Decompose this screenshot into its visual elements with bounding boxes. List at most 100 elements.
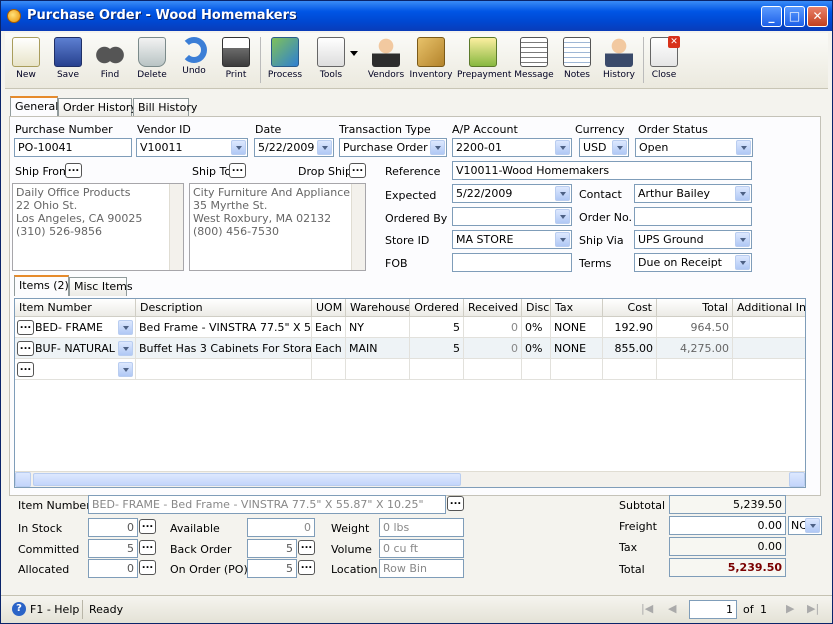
on-order-lookup-button[interactable]: ...	[298, 560, 315, 575]
in-stock-lookup-button[interactable]: ...	[139, 519, 156, 534]
new-row-cell[interactable]	[136, 359, 312, 380]
scroll-left-button[interactable]	[15, 472, 31, 487]
undo-button[interactable]: Undo	[175, 35, 213, 87]
table-row[interactable]: ... BED- FRAME	[15, 317, 136, 338]
expected-date-picker[interactable]: 5/22/2009	[452, 184, 572, 203]
column-header-received[interactable]: Received	[464, 299, 522, 317]
item-lookup-button[interactable]: ...	[17, 362, 34, 377]
column-header-description[interactable]: Description	[136, 299, 312, 317]
tab-bill-history[interactable]: Bill History	[133, 98, 197, 117]
print-button[interactable]: Print	[217, 35, 255, 87]
cell-disc[interactable]: 0%	[522, 317, 551, 338]
column-header-ordered[interactable]: Ordered	[410, 299, 464, 317]
cell-cost[interactable]: 855.00	[603, 338, 657, 359]
cell-ordered[interactable]: 5	[410, 338, 464, 359]
next-page-button[interactable]: ▶	[786, 602, 794, 615]
table-row[interactable]: ... BUF- NATURAL	[15, 338, 136, 359]
currency-dropdown[interactable]: USD	[579, 138, 629, 157]
committed-lookup-button[interactable]: ...	[139, 540, 156, 555]
item-dropdown[interactable]	[117, 319, 134, 337]
cell-warehouse[interactable]: NY	[346, 317, 410, 338]
new-row-cell[interactable]	[733, 359, 805, 380]
new-row-cell[interactable]	[603, 359, 657, 380]
freight-code-dropdown[interactable]: NC	[788, 516, 822, 535]
tools-button[interactable]: Tools	[309, 35, 353, 87]
order-no-field[interactable]	[634, 207, 752, 226]
tab-misc-items[interactable]: Misc Items	[69, 277, 133, 296]
ap-account-dropdown[interactable]: 2200-01	[452, 138, 572, 157]
column-header-item-number[interactable]: Item Number	[15, 299, 136, 317]
scroll-thumb[interactable]	[33, 473, 461, 486]
date-picker[interactable]: 5/22/2009	[254, 138, 334, 157]
cell-warehouse[interactable]: MAIN	[346, 338, 410, 359]
column-header-total[interactable]: Total	[657, 299, 733, 317]
fob-field[interactable]	[452, 253, 572, 272]
inventory-button[interactable]: Inventory	[409, 35, 453, 87]
allocated-lookup-button[interactable]: ...	[139, 560, 156, 575]
tab-order-history[interactable]: Order History	[58, 98, 137, 117]
find-button[interactable]: Find	[91, 35, 129, 87]
column-header-disc[interactable]: Disc	[522, 299, 551, 317]
cell-tax[interactable]: NONE	[551, 317, 603, 338]
cell-uom[interactable]: Each	[312, 338, 346, 359]
item-dropdown[interactable]	[117, 340, 134, 358]
transaction-type-dropdown[interactable]: Purchase Order	[339, 138, 447, 157]
terms-dropdown[interactable]: Due on Receipt	[634, 253, 752, 272]
last-page-button[interactable]: ▶|	[807, 602, 819, 615]
minimize-button[interactable]: _	[761, 6, 782, 27]
tools-dropdown-button[interactable]	[350, 35, 362, 87]
prev-page-button[interactable]: ◀	[668, 602, 676, 615]
cell-additional-info[interactable]	[733, 317, 805, 338]
column-header-tax[interactable]: Tax	[551, 299, 603, 317]
drop-ship-lookup-button[interactable]: ...	[349, 163, 366, 178]
save-button[interactable]: Save	[49, 35, 87, 87]
new-row-cell[interactable]	[346, 359, 410, 380]
tab-general[interactable]: General	[10, 96, 58, 117]
column-header-uom[interactable]: UOM	[312, 299, 346, 317]
first-page-button[interactable]: |◀	[641, 602, 653, 615]
cell-ordered[interactable]: 5	[410, 317, 464, 338]
vendor-id-dropdown[interactable]: V10011	[136, 138, 248, 157]
cell-additional-info[interactable]	[733, 338, 805, 359]
tab-items[interactable]: Items (2)	[14, 275, 69, 296]
column-header-additional-info[interactable]: Additional Info	[733, 299, 805, 317]
reference-field[interactable]: V10011-Wood Homemakers	[452, 161, 752, 180]
store-id-dropdown[interactable]: MA STORE	[452, 230, 572, 249]
ship-from-lookup-button[interactable]: ...	[65, 163, 82, 178]
close-window-button[interactable]: ✕	[807, 6, 828, 27]
help-hint[interactable]: F1 - Help	[30, 603, 79, 616]
new-row-cell[interactable]	[657, 359, 733, 380]
new-row-cell[interactable]	[551, 359, 603, 380]
contact-dropdown[interactable]: Arthur Bailey	[634, 184, 752, 203]
ship-to-lookup-button[interactable]: ...	[229, 163, 246, 178]
back-order-lookup-button[interactable]: ...	[298, 540, 315, 555]
new-row-cell[interactable]	[522, 359, 551, 380]
delete-button[interactable]: Delete	[133, 35, 171, 87]
page-number-field[interactable]: 1	[689, 600, 737, 619]
message-button[interactable]: Message	[511, 35, 557, 87]
new-button[interactable]: New	[7, 35, 45, 87]
new-row[interactable]: ...	[15, 359, 136, 380]
notes-button[interactable]: Notes	[559, 35, 595, 87]
ship-to-scrollbar[interactable]	[351, 184, 365, 270]
cell-uom[interactable]: Each	[312, 317, 346, 338]
purchase-number-field[interactable]: PO-10041	[14, 138, 132, 157]
cell-description[interactable]: Buffet Has 3 Cabinets For Storage And 3 …	[136, 338, 312, 359]
scroll-right-button[interactable]	[789, 472, 805, 487]
cell-disc[interactable]: 0%	[522, 338, 551, 359]
close-button[interactable]: ✕ Close	[645, 35, 683, 87]
column-header-cost[interactable]: Cost	[603, 299, 657, 317]
ship-via-dropdown[interactable]: UPS Ground	[634, 230, 752, 249]
item-lookup-button[interactable]: ...	[17, 341, 34, 356]
freight-field[interactable]: 0.00	[669, 516, 786, 535]
vendors-button[interactable]: Vendors	[365, 35, 407, 87]
grid-horizontal-scrollbar[interactable]	[15, 471, 805, 487]
new-row-cell[interactable]	[410, 359, 464, 380]
order-status-dropdown[interactable]: Open	[635, 138, 753, 157]
ship-from-scrollbar[interactable]	[169, 184, 183, 270]
item-number-lookup-button[interactable]: ...	[447, 496, 464, 511]
maximize-button[interactable]: □	[784, 6, 805, 27]
new-row-cell[interactable]	[312, 359, 346, 380]
item-dropdown[interactable]	[117, 361, 134, 379]
column-header-warehouse[interactable]: Warehouse	[346, 299, 410, 317]
